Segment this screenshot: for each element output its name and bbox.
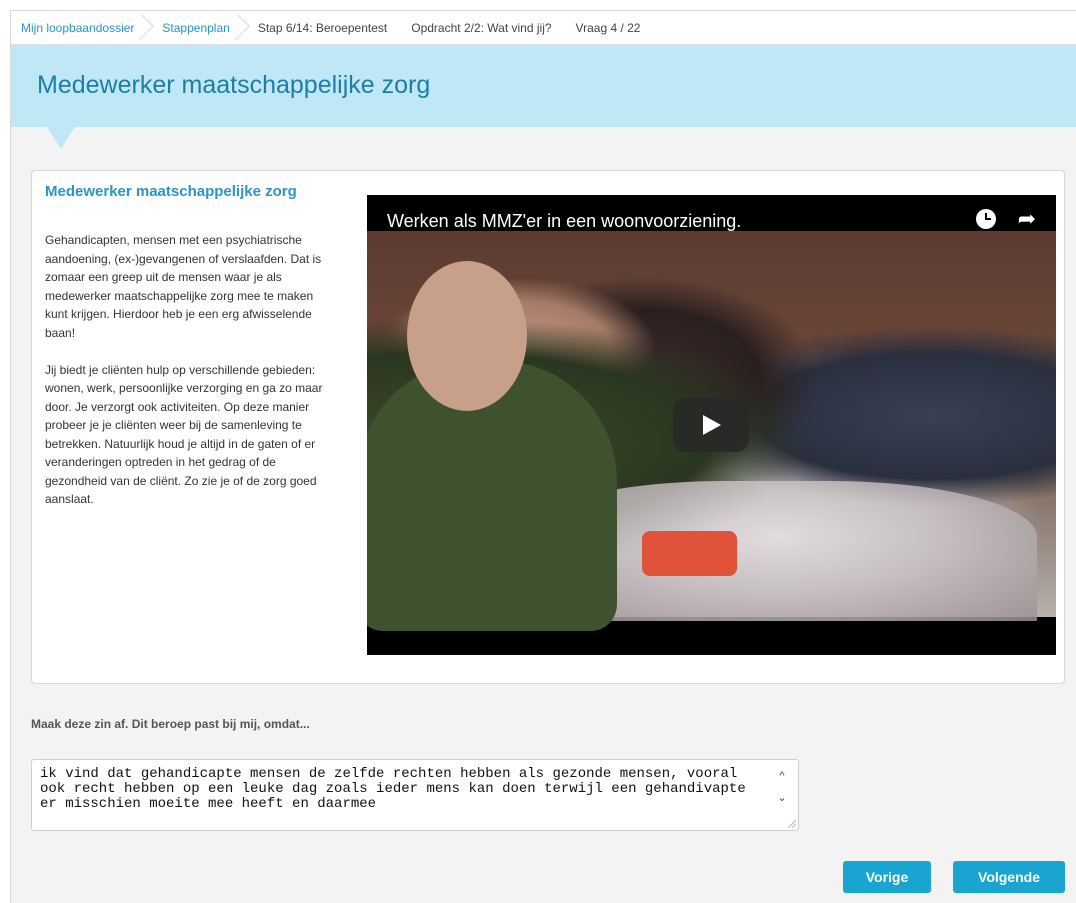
clock-icon[interactable]: [975, 209, 996, 229]
video-player[interactable]: Werken als MMZ'er in een woonvoorziening…: [367, 195, 1056, 655]
breadcrumb-assignment: Opdracht 2/2: Wat vind jij?: [411, 20, 552, 35]
description-paragraph-1: Gehandicapten, mensen met een psychiatri…: [45, 233, 322, 340]
page-frame: Mijn loopbaandossier Stappenplan Stap 6/…: [10, 10, 1076, 903]
thumbnail-lunchbox: [642, 531, 737, 576]
breadcrumb: Mijn loopbaandossier Stappenplan Stap 6/…: [11, 11, 1076, 45]
resize-grip-icon[interactable]: [788, 820, 796, 828]
breadcrumb-link-stappenplan[interactable]: Stappenplan: [148, 11, 243, 45]
profession-panel: Medewerker maatschappelijke zorg Gehandi…: [31, 170, 1065, 684]
question-label: Maak deze zin af. Dit beroep past bij mi…: [31, 717, 310, 731]
page-title: Medewerker maatschappelijke zorg: [37, 71, 431, 99]
video-title[interactable]: Werken als MMZ'er in een woonvoorziening…: [387, 211, 741, 232]
thumbnail-head: [407, 261, 527, 411]
breadcrumb-link-loopbaandossier[interactable]: Mijn loopbaandossier: [11, 11, 148, 45]
header-band: Medewerker maatschappelijke zorg: [11, 45, 1076, 127]
breadcrumb-question: Vraag 4 / 22: [575, 20, 641, 35]
header-notch: [47, 127, 75, 149]
video-controls: ➦: [975, 208, 1036, 230]
answer-text[interactable]: ik vind dat gehandicapte mensen de zelfd…: [40, 767, 770, 825]
panel-description: Gehandicapten, mensen met een psychiatri…: [45, 231, 335, 527]
panel-title: Medewerker maatschappelijke zorg: [45, 183, 297, 200]
scroll-down-icon[interactable]: ⌄: [776, 792, 788, 804]
breadcrumb-step: Stap 6/14: Beroepentest: [257, 20, 388, 35]
answer-textarea[interactable]: ik vind dat gehandicapte mensen de zelfd…: [31, 759, 799, 831]
scroll-up-icon[interactable]: ^: [776, 770, 788, 782]
share-icon[interactable]: ➦: [1018, 208, 1036, 230]
description-paragraph-2: Jij biedt je cliënten hulp op verschille…: [45, 362, 323, 507]
previous-button[interactable]: Vorige: [843, 861, 931, 893]
play-icon[interactable]: [673, 398, 749, 452]
next-button[interactable]: Volgende: [953, 861, 1065, 893]
